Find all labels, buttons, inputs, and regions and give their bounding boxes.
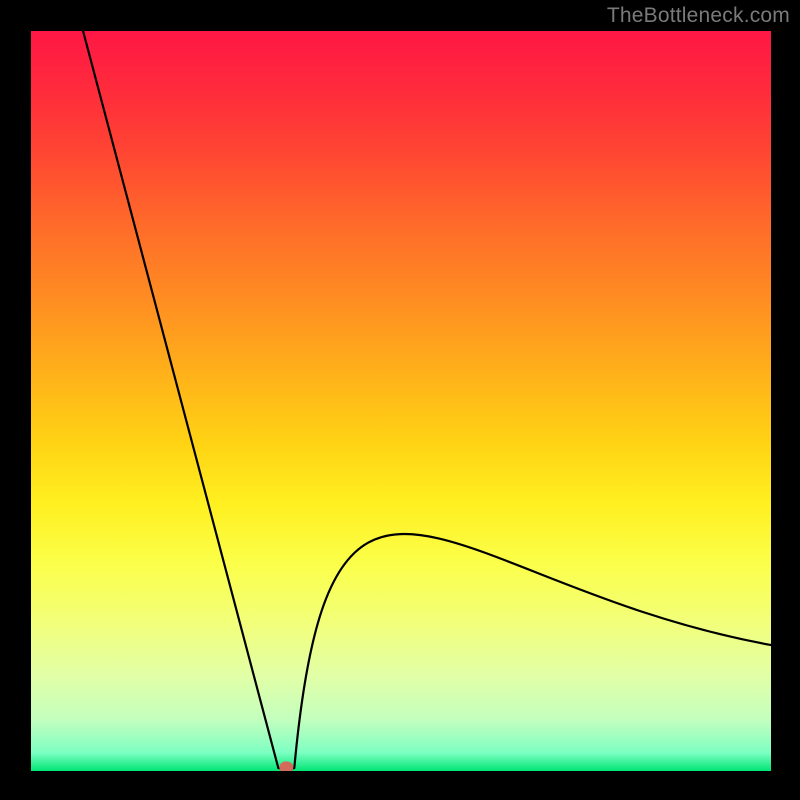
chart-frame: TheBottleneck.com xyxy=(0,0,800,800)
gradient-background xyxy=(31,31,771,771)
watermark-text: TheBottleneck.com xyxy=(607,4,790,28)
plot-area xyxy=(31,31,771,771)
